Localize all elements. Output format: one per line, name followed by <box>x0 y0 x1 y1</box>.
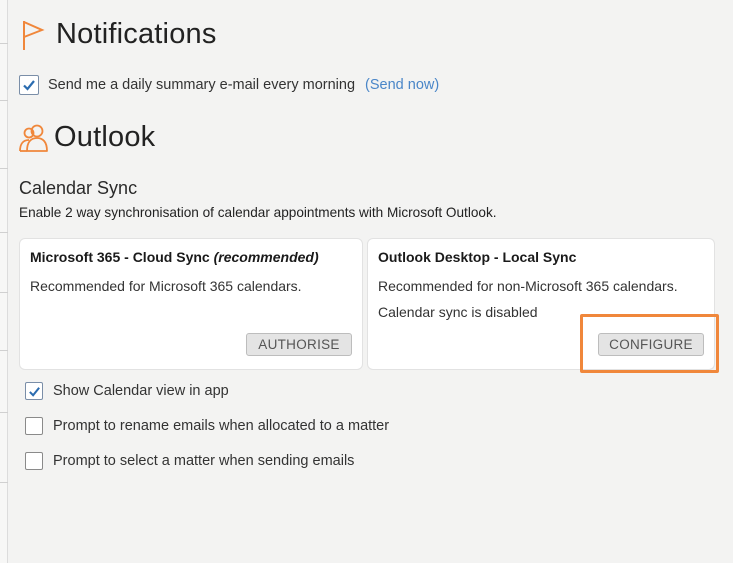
calendar-sync-description: Enable 2 way synchronisation of calendar… <box>19 205 497 220</box>
rail-divider <box>0 100 8 101</box>
notifications-header: Notifications <box>20 18 217 51</box>
rail-divider <box>0 232 8 233</box>
rail-divider <box>0 482 8 483</box>
rename-emails-label: Prompt to rename emails when allocated t… <box>53 418 390 434</box>
option-row-rename-emails: Prompt to rename emails when allocated t… <box>25 417 389 435</box>
cloud-sync-card-title: Microsoft 365 - Cloud Sync (recommended) <box>30 249 319 265</box>
cloud-sync-description: Recommended for Microsoft 365 calendars. <box>30 278 302 294</box>
configure-button[interactable]: CONFIGURE <box>598 333 704 356</box>
show-calendar-view-checkbox[interactable] <box>25 382 43 400</box>
select-matter-checkbox[interactable] <box>25 452 43 470</box>
local-sync-description: Recommended for non-Microsoft 365 calend… <box>378 278 678 294</box>
users-icon <box>18 122 50 154</box>
authorise-button[interactable]: AUTHORISE <box>246 333 352 356</box>
left-panel-edge <box>0 0 8 563</box>
daily-summary-checkbox[interactable] <box>19 75 39 95</box>
flag-icon <box>20 19 46 51</box>
option-row-select-matter: Prompt to select a matter when sending e… <box>25 452 354 470</box>
notifications-title: Notifications <box>56 18 217 50</box>
local-sync-card-title: Outlook Desktop - Local Sync <box>378 249 577 265</box>
cloud-sync-card: Microsoft 365 - Cloud Sync (recommended)… <box>19 238 363 370</box>
calendar-sync-title: Calendar Sync <box>19 178 138 198</box>
checkmark-icon <box>23 80 35 91</box>
outlook-title: Outlook <box>54 121 156 153</box>
recommended-tag: (recommended) <box>213 249 319 265</box>
outlook-header: Outlook <box>18 121 155 154</box>
rail-divider <box>0 292 8 293</box>
rail-divider <box>0 350 8 351</box>
rail-divider <box>0 168 8 169</box>
daily-summary-label: Send me a daily summary e-mail every mor… <box>48 77 356 93</box>
rail-divider <box>0 412 8 413</box>
rail-divider <box>0 43 8 44</box>
show-calendar-view-label: Show Calendar view in app <box>53 383 229 399</box>
daily-summary-row: Send me a daily summary e-mail every mor… <box>19 75 439 95</box>
select-matter-label: Prompt to select a matter when sending e… <box>53 453 355 469</box>
send-now-link[interactable]: (Send now) <box>365 77 439 93</box>
local-sync-card: Outlook Desktop - Local Sync Recommended… <box>367 238 715 370</box>
cloud-sync-title-text: Microsoft 365 - Cloud Sync <box>30 249 210 265</box>
checkmark-icon <box>28 386 40 397</box>
rename-emails-checkbox[interactable] <box>25 417 43 435</box>
calendar-sync-status: Calendar sync is disabled <box>378 304 538 320</box>
option-row-calendar-view: Show Calendar view in app <box>25 382 229 400</box>
